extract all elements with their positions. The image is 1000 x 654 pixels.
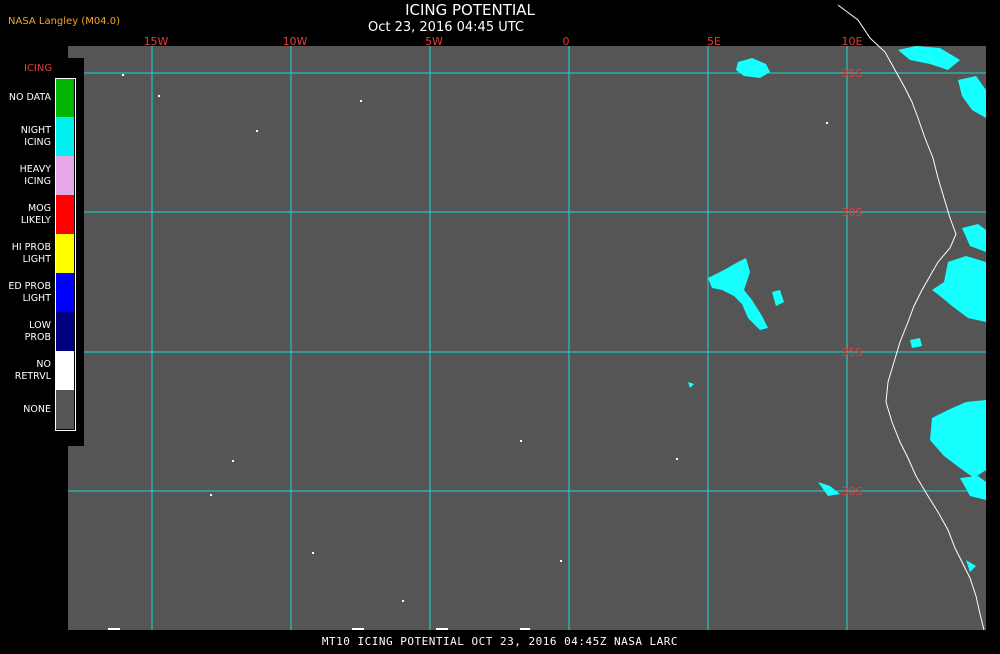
lon-label: 0: [562, 35, 570, 48]
legend-title: ICING: [24, 63, 53, 74]
icing-map: 35S 30S 35S 30S: [0, 0, 1000, 650]
legend-item-label: MOG LIKELY: [20, 202, 51, 226]
map-area: [68, 46, 986, 630]
legend-item-label: HI PROB LIGHT: [11, 241, 51, 265]
legend-item-label: NIGHT ICING: [20, 124, 51, 148]
footer-caption: MT10 ICING POTENTIAL OCT 23, 2016 04:45Z…: [321, 635, 679, 648]
page-subtitle: Oct 23, 2016 04:45 UTC: [368, 20, 524, 35]
legend-item-label: ED PROB LIGHT: [8, 280, 51, 304]
legend-item-label: NO RETRVL: [14, 358, 51, 382]
legend-frame: [55, 78, 76, 431]
lon-label: 5E: [707, 35, 721, 48]
lon-label: 5W: [425, 35, 443, 48]
lat-label: 30S: [842, 485, 863, 498]
legend-item-label: NO DATA: [8, 91, 51, 103]
page-title: ICING POTENTIAL: [405, 1, 535, 19]
lon-label: 15W: [143, 35, 169, 48]
lat-label: 35S: [842, 67, 863, 80]
legend-item-label: NONE: [23, 403, 51, 415]
legend-item-label: HEAVY ICING: [19, 163, 51, 187]
legend: ICING NO DATA NIGHT ICING HEAVY ICING MOG L…: [0, 58, 84, 446]
legend-item-label: LOW PROB: [24, 319, 51, 343]
lat-label: 35S: [842, 346, 863, 359]
map-canvas: 35S 30S 35S 30S: [0, 4, 986, 631]
lat-label: 30S: [842, 206, 863, 219]
lon-label: 10W: [282, 35, 308, 48]
lon-label: 10E: [841, 35, 863, 48]
